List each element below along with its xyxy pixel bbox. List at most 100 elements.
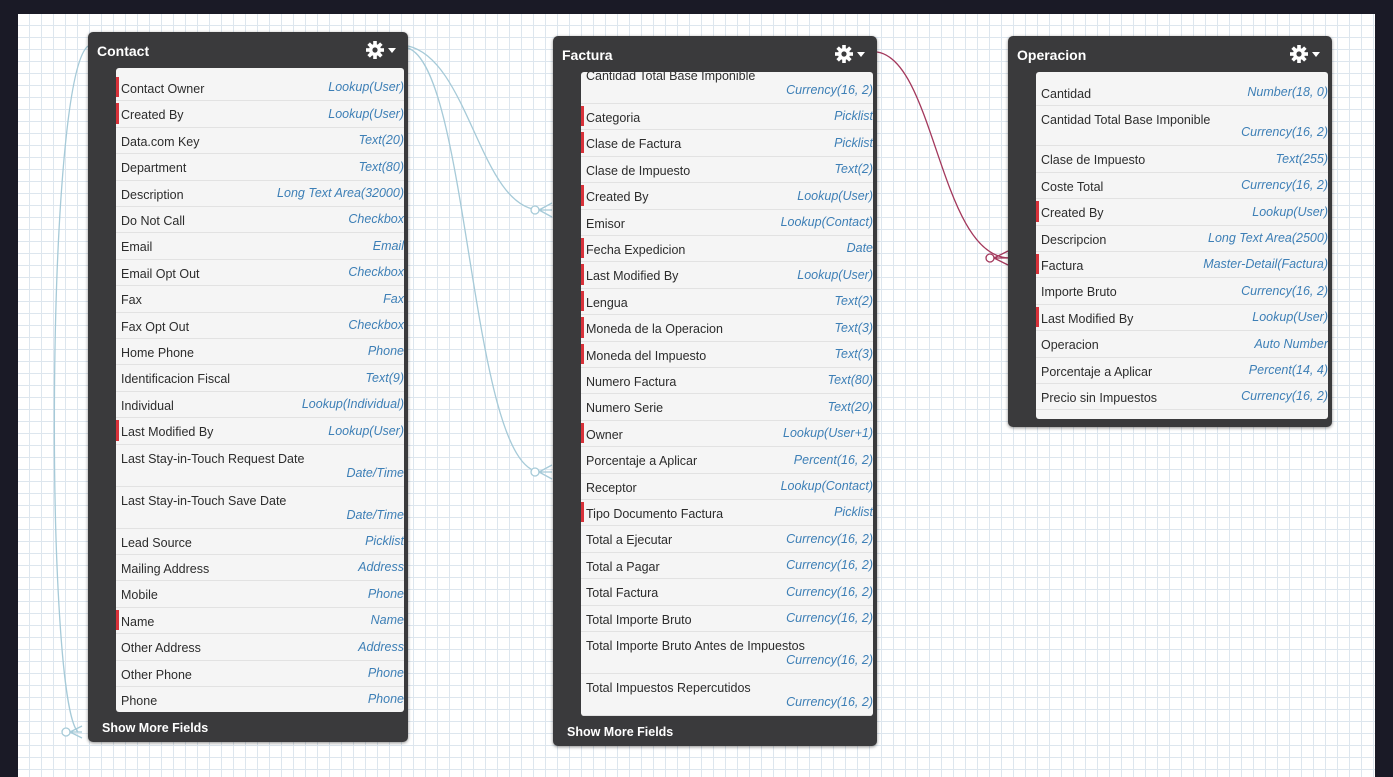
contact-field-list[interactable]: Contact Owner Lookup(User) Created By Looku… — [116, 68, 404, 712]
field-row[interactable]: Fax Opt Out Checkbox — [116, 313, 404, 339]
field-type: Currency(16, 2) — [786, 83, 873, 97]
field-name: Other Phone — [121, 667, 192, 682]
required-field-marker — [581, 422, 584, 444]
field-row[interactable]: Mailing Address Address — [116, 555, 404, 582]
field-row[interactable]: Last Modified By Lookup(User) — [581, 262, 873, 289]
field-name: Owner — [586, 427, 623, 442]
field-row[interactable]: Receptor Lookup(Contact) — [581, 474, 873, 500]
field-row[interactable]: Tipo Documento Factura Picklist — [581, 500, 873, 527]
show-more-fields-button[interactable]: Show More Fields — [88, 714, 408, 742]
field-row[interactable]: Created By Lookup(User) — [1036, 199, 1328, 226]
operacion-header[interactable]: Operacion — [1008, 36, 1332, 72]
field-name: Numero Factura — [586, 375, 677, 389]
field-row[interactable]: Last Modified By Lookup(User) — [116, 418, 404, 445]
field-row[interactable]: Total Factura Currency(16, 2) — [581, 579, 873, 606]
field-name: Numero Serie — [586, 401, 664, 416]
field-name: Fax Opt Out — [121, 319, 190, 334]
field-row[interactable]: Lengua Text(2) — [581, 289, 873, 316]
field-name: Clase de Impuesto — [1041, 153, 1146, 168]
field-name: Last Modified By — [121, 425, 214, 440]
show-more-fields-button[interactable]: Show More Fields — [553, 718, 877, 746]
operacion-field-list[interactable]: Cantidad Number(18, 0) Cantidad Total Base… — [1036, 72, 1328, 419]
field-row[interactable]: Porcentaje a Aplicar Percent(16, 2) — [581, 447, 873, 474]
gear-icon[interactable] — [365, 41, 396, 59]
field-row[interactable]: Total Impuestos Repercutidos Currency(16,… — [581, 674, 873, 716]
gear-icon[interactable] — [1289, 45, 1320, 63]
contact-object-card[interactable]: Contact Contact Owner Lookup(User) Created … — [88, 32, 408, 742]
field-row[interactable]: Other Phone Phone — [116, 661, 404, 687]
field-row[interactable]: Mobile Phone — [116, 581, 404, 608]
field-row[interactable]: Home Phone Phone — [116, 339, 404, 366]
field-row[interactable]: Clase de Impuesto Text(2) — [581, 157, 873, 184]
field-row[interactable]: Clase de Factura Picklist — [581, 130, 873, 157]
field-name: Department — [121, 161, 187, 176]
field-row[interactable]: Other Address Address — [116, 634, 404, 661]
field-row[interactable]: Total Importe Bruto Currency(16, 2) — [581, 606, 873, 632]
field-row[interactable]: Email Opt Out Checkbox — [116, 260, 404, 287]
field-row[interactable]: Moneda del Impuesto Text(3) — [581, 342, 873, 368]
field-row[interactable]: Emisor Lookup(Contact) — [581, 210, 873, 236]
field-type: Text(9) — [365, 370, 404, 385]
field-type: Lookup(User) — [797, 188, 873, 203]
field-row[interactable]: Created By Lookup(User) — [581, 183, 873, 210]
factura-field-list[interactable]: Cantidad Total Base Imponible Currency(16… — [581, 72, 873, 716]
field-type: Text(2) — [834, 162, 873, 177]
factura-header[interactable]: Factura — [553, 36, 877, 72]
required-field-marker — [581, 106, 584, 127]
field-row[interactable]: Total Importe Bruto Antes de Impuestos Cu… — [581, 632, 873, 674]
field-type: Currency(16, 2) — [786, 653, 873, 667]
field-row[interactable]: Descripcion Long Text Area(2500) — [1036, 226, 1328, 252]
field-name: Emisor — [586, 216, 625, 231]
field-name: Porcentaje a Aplicar — [586, 454, 698, 469]
field-row[interactable]: Identificacion Fiscal Text(9) — [116, 365, 404, 392]
gear-icon[interactable] — [834, 45, 865, 63]
field-row[interactable]: Cantidad Number(18, 0) — [1036, 80, 1328, 107]
field-row[interactable]: Last Modified By Lookup(User) — [1036, 305, 1328, 332]
field-name: Precio sin Impuestos — [1041, 391, 1158, 405]
field-row[interactable]: Clase de Impuesto Text(255) — [1036, 146, 1328, 173]
field-row[interactable]: Porcentaje a Aplicar Percent(14, 4) — [1036, 358, 1328, 384]
factura-object-card[interactable]: Factura Cantidad Total Base Imponible Curr… — [553, 36, 877, 746]
field-row[interactable]: Do Not Call Checkbox — [116, 207, 404, 234]
field-name: Lengua — [586, 295, 628, 310]
field-row[interactable]: Numero Factura Text(80) — [581, 368, 873, 395]
field-row[interactable]: Categoria Picklist — [581, 104, 873, 131]
field-row[interactable]: Cantidad Total Base Imponible Currency(16… — [1036, 106, 1328, 147]
field-row[interactable]: Precio sin Impuestos Currency(16, 2) — [1036, 384, 1328, 411]
field-row[interactable]: Created By Lookup(User) — [116, 101, 404, 128]
field-type: Phone — [367, 692, 404, 707]
field-row[interactable]: Factura Master-Detail(Factura) — [1036, 252, 1328, 279]
field-row[interactable]: Fax Fax — [116, 286, 404, 313]
field-row[interactable]: Contact Owner Lookup(User) — [116, 75, 404, 102]
field-type: Lookup(User) — [797, 267, 873, 282]
field-name: Email Opt Out — [121, 266, 200, 281]
field-row[interactable]: Name Name — [116, 608, 404, 635]
field-row[interactable]: Department Text(80) — [116, 154, 404, 181]
field-row[interactable]: Coste Total Currency(16, 2) — [1036, 173, 1328, 200]
field-type: Lookup(User) — [328, 423, 404, 438]
field-row[interactable]: Email Email — [116, 233, 404, 260]
field-row[interactable]: Individual Lookup(Individual) — [116, 392, 404, 419]
field-row[interactable]: Operacion Auto Number — [1036, 331, 1328, 358]
field-row[interactable]: Total a Ejecutar Currency(16, 2) — [581, 526, 873, 553]
field-row[interactable]: Owner Lookup(User+1) — [581, 421, 873, 448]
field-row[interactable]: Last Stay-in-Touch Request Date Date/Time — [116, 445, 404, 487]
field-type: Checkbox — [348, 212, 404, 227]
field-row[interactable]: Total a Pagar Currency(16, 2) — [581, 553, 873, 580]
field-row[interactable]: Fecha Expedicion Date — [581, 236, 873, 263]
field-row[interactable]: Phone Phone — [116, 687, 404, 712]
field-row[interactable]: Importe Bruto Currency(16, 2) — [1036, 278, 1328, 305]
field-row[interactable]: Cantidad Total Base Imponible Currency(16… — [581, 72, 873, 104]
field-row[interactable]: Description Long Text Area(32000) — [116, 181, 404, 207]
field-row[interactable]: Numero Serie Text(20) — [581, 394, 873, 421]
field-name: Contact Owner — [121, 82, 205, 96]
field-name: Last Modified By — [1041, 311, 1134, 326]
field-row[interactable]: Data.com Key Text(20) — [116, 128, 404, 155]
field-row[interactable]: Moneda de la Operacion Text(3) — [581, 315, 873, 342]
operacion-object-card[interactable]: Operacion Cantidad Number(18, 0) Cantidad T… — [1008, 36, 1332, 427]
field-row[interactable]: Lead Source Picklist — [116, 529, 404, 555]
field-type: Currency(16, 2) — [1241, 283, 1328, 298]
contact-header[interactable]: Contact — [88, 32, 408, 68]
field-row[interactable]: Last Stay-in-Touch Save Date Date/Time — [116, 487, 404, 529]
field-name: Descripcion — [1041, 232, 1107, 247]
